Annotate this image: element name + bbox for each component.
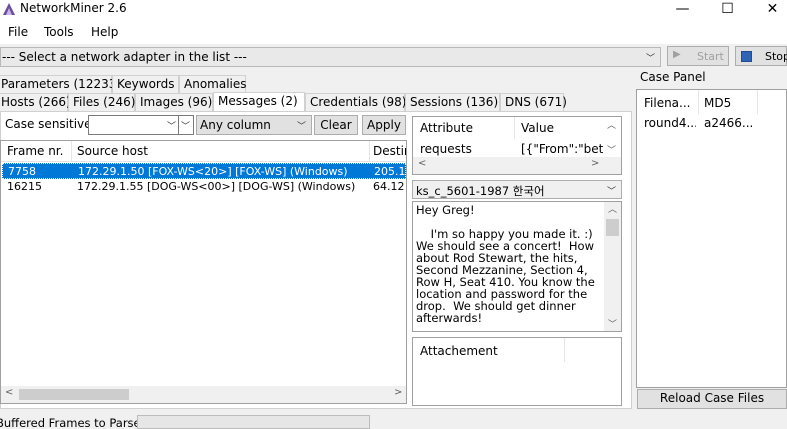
encoding-select[interactable]: ks_c_5601-1987 한국어 ﹀	[412, 180, 622, 199]
attachments-list: Attachement	[412, 337, 622, 406]
menu-bar: File Tools Help	[0, 20, 787, 44]
case-md5-cell[interactable]: a2466...	[704, 116, 754, 130]
menu-file[interactable]: File	[8, 25, 28, 39]
menu-tools[interactable]: Tools	[44, 25, 74, 39]
chevron-down-icon: ﹀	[181, 122, 191, 132]
frame-cell: 16215	[7, 180, 42, 193]
tab-row-upper: Parameters (12233) Keywords Anomalies	[0, 75, 400, 93]
divider	[698, 90, 699, 114]
message-body-text: Hey Greg! I'm so happy you made it. :) W…	[416, 203, 595, 325]
start-button[interactable]: ▶ Start	[667, 46, 729, 66]
minimize-button[interactable]: —	[660, 0, 705, 20]
horizontal-scrollbar[interactable]: < >	[413, 157, 621, 174]
stop-button[interactable]: Stop	[735, 46, 787, 66]
divider	[757, 90, 758, 114]
adapter-select-value: --- Select a network adapter in the list…	[2, 50, 247, 64]
column-header-frame[interactable]: Frame nr.	[7, 144, 71, 158]
chevron-down-icon: ﹀	[167, 122, 177, 132]
status-bar: Buffered Frames to Parse:	[0, 412, 787, 429]
messages-list: Frame nr. Source host Destin 7758 172.29…	[0, 140, 407, 404]
filter-text-input[interactable]: ﹀ ﹀	[88, 115, 194, 135]
buffered-frames-label: Buffered Frames to Parse:	[0, 416, 145, 429]
column-header-value[interactable]: Value	[521, 121, 601, 135]
vertical-scrollbar[interactable]: ︿ ﹀	[604, 202, 621, 331]
column-header-source[interactable]: Source host	[77, 144, 367, 158]
chevron-down-icon: ﹀	[607, 187, 617, 197]
column-header-filename[interactable]: Filena...	[644, 96, 696, 110]
chevron-down-icon: ﹀	[297, 122, 307, 132]
frame-cell: 7758	[8, 165, 36, 178]
apply-button[interactable]: Apply	[362, 115, 406, 135]
message-body-textbox[interactable]: Hey Greg! I'm so happy you made it. :) W…	[412, 201, 622, 332]
table-row[interactable]: 7758 172.29.1.50 [FOX-WS<20>] [FOX-WS] (…	[2, 163, 406, 179]
tab-parameters[interactable]: Parameters (12233)	[0, 75, 121, 93]
destination-cell: 205.18	[374, 165, 406, 178]
tab-hosts[interactable]: Hosts (266)	[0, 93, 71, 111]
divider	[514, 117, 515, 139]
tab-credentials[interactable]: Credentials (98)	[305, 93, 406, 111]
column-header-destination[interactable]: Destin	[373, 144, 406, 158]
divider	[71, 141, 72, 162]
attributes-table: Attribute Value requests [{"From":"betty…	[412, 116, 622, 175]
column-select-value: Any column	[200, 118, 271, 132]
tab-dns[interactable]: DNS (671)	[500, 93, 567, 111]
destination-cell: 64.12.	[373, 180, 405, 193]
case-sensitive-label: Case sensitive	[5, 117, 92, 131]
clear-button[interactable]: Clear	[314, 115, 358, 135]
attribute-cell[interactable]: requests	[420, 142, 510, 156]
scrollbar-thumb[interactable]	[606, 219, 619, 236]
window-title: NetworkMiner 2.6	[20, 1, 127, 15]
start-button-label: Start	[697, 50, 724, 63]
scroll-up-icon[interactable]: ︿	[608, 202, 617, 215]
divider	[178, 116, 179, 134]
table-row[interactable]: 16215 172.29.1.55 [DOG-WS<00>] [DOG-WS] …	[2, 179, 406, 195]
scroll-left-icon[interactable]: <	[5, 387, 13, 398]
horizontal-scrollbar[interactable]: < >	[1, 386, 406, 403]
scroll-up-icon[interactable]: ︿	[607, 118, 616, 131]
buffered-frames-progress-bar	[137, 415, 370, 429]
encoding-select-value: ks_c_5601-1987 한국어	[416, 184, 545, 198]
tab-images[interactable]: Images (96)	[135, 93, 213, 111]
tab-sessions[interactable]: Sessions (136)	[405, 93, 500, 111]
divider	[369, 141, 370, 162]
tab-files[interactable]: Files (246)	[68, 93, 135, 111]
column-select[interactable]: Any column ﹀	[196, 115, 312, 135]
tab-messages[interactable]: Messages (2)	[213, 92, 305, 112]
reload-case-files-button[interactable]: Reload Case Files	[637, 389, 787, 409]
source-cell: 172.29.1.50 [FOX-WS<20>] [FOX-WS] (Windo…	[78, 165, 348, 178]
tab-row-lower: Hosts (266) Files (246) Images (96) Mess…	[0, 92, 570, 112]
divider	[564, 338, 565, 362]
scroll-right-icon[interactable]: >	[394, 387, 402, 398]
menu-help[interactable]: Help	[91, 25, 118, 39]
column-header-attachment[interactable]: Attachement	[420, 344, 498, 358]
title-bar: NetworkMiner 2.6 — ☐ ✕	[0, 0, 787, 20]
chevron-down-icon: ﹀	[646, 54, 656, 64]
scroll-down-icon[interactable]: ﹀	[608, 317, 617, 330]
column-header-md5[interactable]: MD5	[704, 96, 754, 110]
tab-keywords[interactable]: Keywords	[112, 75, 179, 93]
value-cell[interactable]: [{"From":"betty	[521, 142, 603, 156]
close-button[interactable]: ✕	[750, 0, 787, 20]
messages-list-header: Frame nr. Source host Destin	[1, 141, 406, 162]
stop-button-label: Stop	[765, 50, 787, 63]
scroll-down-icon[interactable]: ﹀	[607, 143, 616, 156]
stop-icon	[741, 51, 752, 62]
column-header-attribute[interactable]: Attribute	[420, 121, 510, 135]
case-panel-title: Case Panel	[640, 70, 706, 84]
scrollbar-thumb[interactable]	[19, 389, 129, 400]
case-filename-cell[interactable]: round4...	[644, 116, 696, 130]
scroll-right-icon[interactable]: >	[591, 158, 599, 169]
tab-anomalies[interactable]: Anomalies	[179, 75, 247, 93]
case-files-list: Filena... MD5 round4... a2466...	[636, 89, 787, 388]
network-adapter-select[interactable]: --- Select a network adapter in the list…	[0, 47, 661, 67]
scroll-left-icon[interactable]: <	[418, 158, 426, 169]
source-cell: 172.29.1.55 [DOG-WS<00>] [DOG-WS] (Windo…	[77, 180, 356, 193]
networkminer-logo-icon	[3, 3, 15, 15]
play-icon: ▶	[673, 49, 681, 60]
maximize-button[interactable]: ☐	[705, 0, 750, 20]
